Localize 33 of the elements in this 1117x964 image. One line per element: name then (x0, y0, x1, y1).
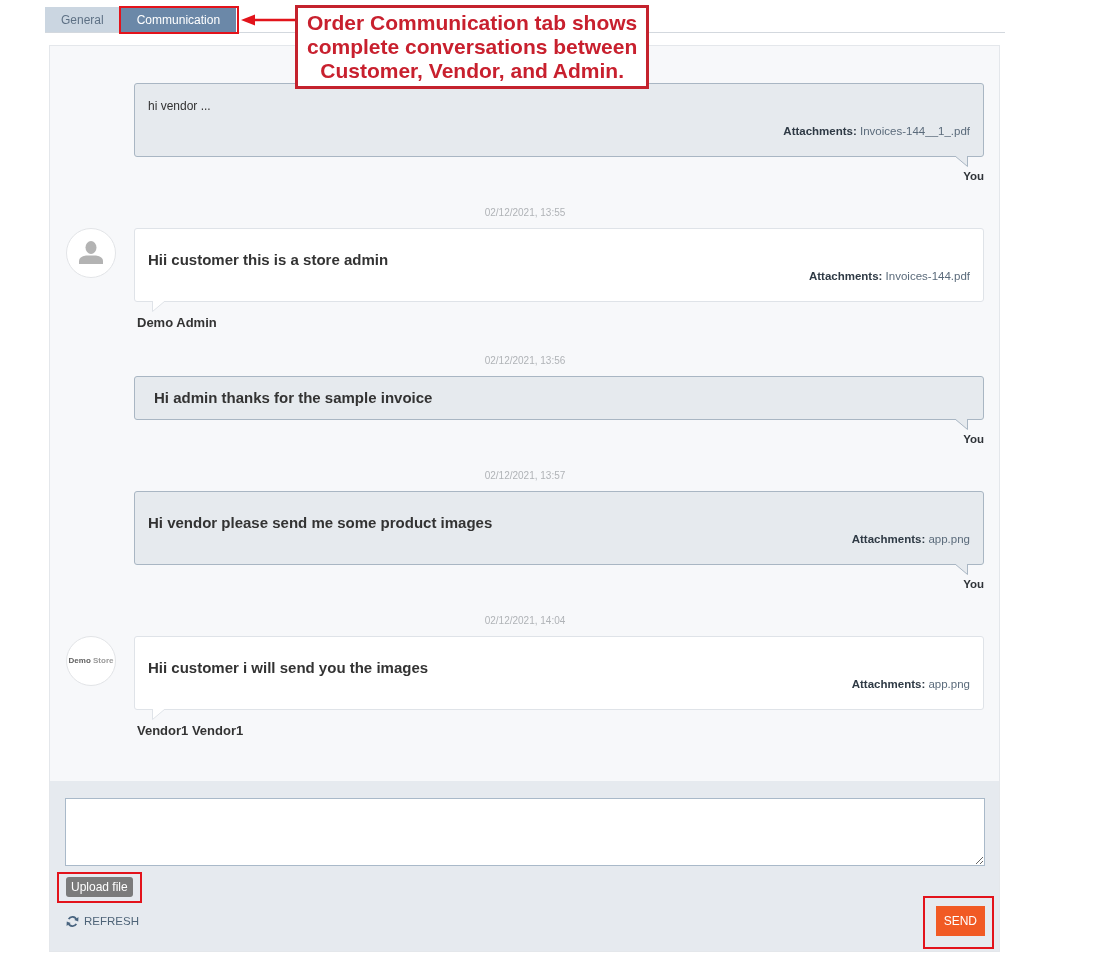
store-logo: Demo Store (66, 636, 116, 686)
attachment-label: Attachments: (808, 270, 883, 282)
send-button[interactable]: SEND (935, 906, 985, 936)
sender-name: You (962, 169, 984, 183)
person-avatar-icon (66, 228, 116, 278)
message-input[interactable] (65, 798, 985, 866)
message-timestamp: 02/12/2021, 13:56 (483, 355, 567, 367)
message-timestamp: 02/12/2021, 13:57 (483, 470, 567, 482)
attachment-label: Attachments: (851, 678, 926, 690)
callout-note: Order Communication tab shows complete conversations between Customer, Vendor, and Admin. (295, 5, 650, 89)
refresh-icon (66, 914, 79, 928)
sender-name: Demo Admin (136, 315, 217, 331)
sender-name: You (962, 432, 984, 446)
sender-name: Vendor1 Vendor1 (136, 723, 244, 739)
attachment-link[interactable]: app.png (928, 533, 970, 545)
attachment-label: Attachments: (783, 125, 857, 137)
message-text: Hi vendor please send me some product images (148, 513, 494, 532)
message-timestamp: 02/12/2021, 13:55 (483, 207, 567, 219)
attachment-link[interactable]: app.png (928, 678, 970, 690)
tab[interactable]: General (45, 7, 120, 32)
attachment-label: Attachments: (851, 533, 926, 545)
attachment-link[interactable]: Invoices-144__1_.pdf (860, 125, 970, 137)
message-text: hi vendor ... (148, 98, 212, 115)
refresh-button[interactable]: REFRESH (65, 914, 139, 928)
message-text: Hii customer this is a store admin (148, 250, 390, 269)
pointer-arrow (241, 14, 295, 26)
message-timestamp: 02/12/2021, 14:04 (483, 615, 567, 627)
message-text: Hi admin thanks for the sample invoice (154, 389, 434, 407)
tab[interactable]: Communication (120, 7, 237, 32)
attachment-link[interactable]: Invoices-144.pdf (885, 270, 970, 282)
sender-name: You (962, 577, 984, 591)
message-text: Hii customer i will send you the images (148, 658, 430, 677)
upload-file-button[interactable]: Upload file (66, 877, 133, 897)
